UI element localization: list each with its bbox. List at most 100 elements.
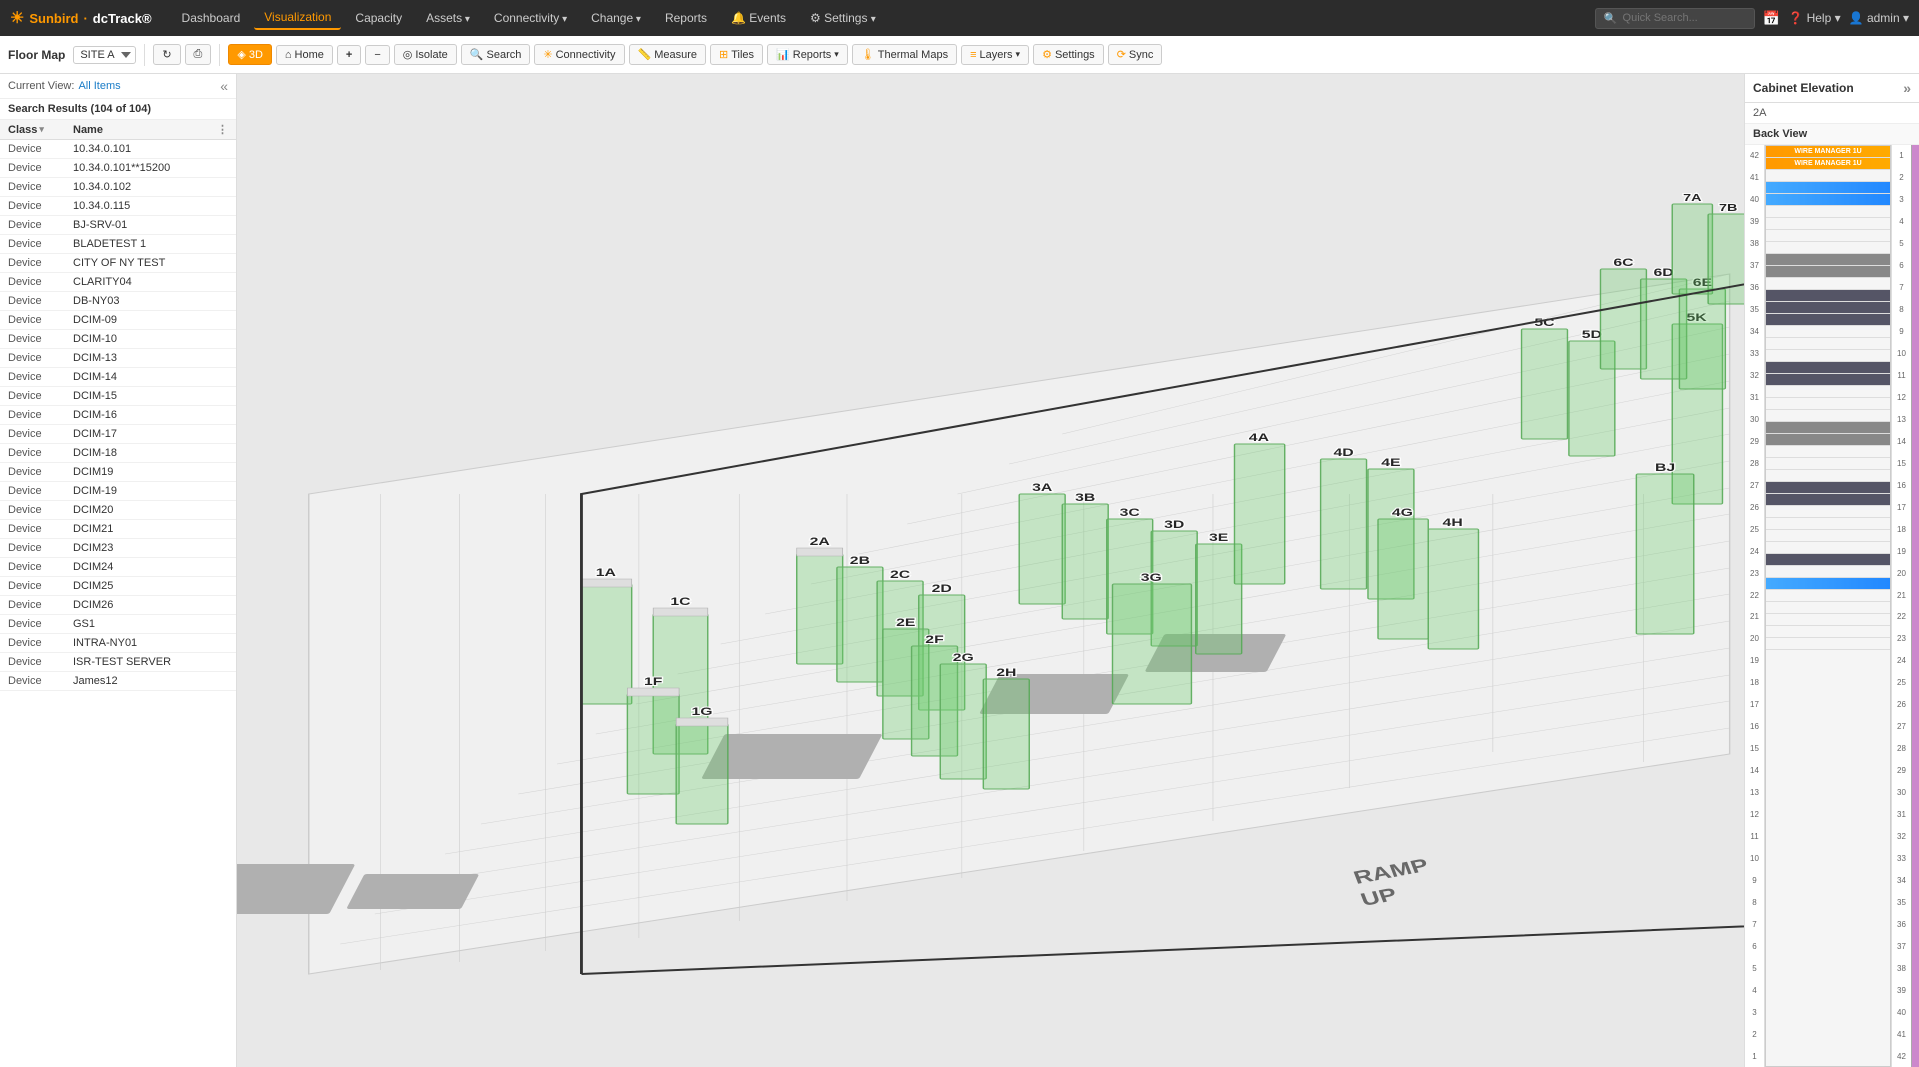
nav-assets[interactable]: Assets: [416, 7, 480, 29]
search-button[interactable]: 🔍 Search: [461, 44, 531, 65]
reports-button[interactable]: 📊 Reports: [767, 44, 848, 65]
device-name: DCIM23: [73, 542, 228, 554]
nav-reports[interactable]: Reports: [655, 7, 717, 29]
rack-number-right: 12: [1892, 386, 1911, 408]
nav-connectivity[interactable]: Connectivity: [484, 7, 577, 29]
rack-number-right: 40: [1892, 1001, 1911, 1023]
connectivity-button[interactable]: ✳ Connectivity: [534, 44, 624, 65]
calendar-icon[interactable]: 📅: [1763, 10, 1780, 27]
svg-text:1C: 1C: [670, 595, 690, 607]
class-column-header[interactable]: Class ▾: [8, 124, 73, 136]
zoom-out-button[interactable]: −: [365, 45, 389, 65]
rack-unit: [1766, 170, 1890, 182]
thermal-maps-button[interactable]: 🌡 Thermal Maps: [852, 44, 957, 65]
print-button[interactable]: ⎙: [185, 44, 212, 65]
nav-capacity[interactable]: Capacity: [345, 7, 412, 29]
table-row[interactable]: DeviceDCIM-19: [0, 482, 236, 501]
table-row[interactable]: DeviceDCIM-10: [0, 330, 236, 349]
rack-number-right: 7: [1892, 277, 1911, 299]
table-row[interactable]: Device10.34.0.101**15200: [0, 159, 236, 178]
table-row[interactable]: Device10.34.0.115: [0, 197, 236, 216]
gear-toolbar-icon: ⚙: [1042, 48, 1052, 61]
table-row[interactable]: DeviceDCIM26: [0, 596, 236, 615]
layers-button[interactable]: ≡ Layers: [961, 45, 1029, 65]
table-row[interactable]: DeviceDCIM-15: [0, 387, 236, 406]
table-row[interactable]: Device10.34.0.102: [0, 178, 236, 197]
floor-map-area[interactable]: RAMP UP 1A 1C 1F: [237, 74, 1744, 1067]
all-items-link[interactable]: All Items: [78, 80, 120, 92]
nav-settings[interactable]: ⚙ Settings: [800, 7, 886, 29]
nav-dashboard[interactable]: Dashboard: [172, 7, 251, 29]
isolate-button[interactable]: ◎ Isolate: [394, 44, 457, 65]
rack-number-right: 5: [1892, 233, 1911, 255]
nav-visualization[interactable]: Visualization: [254, 6, 341, 30]
rack-number-right: 2: [1892, 167, 1911, 189]
zoom-in-button[interactable]: +: [337, 45, 361, 65]
panel-collapse-button[interactable]: «: [220, 78, 228, 94]
table-row[interactable]: DeviceBJ-SRV-01: [0, 216, 236, 235]
table-row[interactable]: DeviceBLADETEST 1: [0, 235, 236, 254]
rack-number-right: 9: [1892, 321, 1911, 343]
nav-events[interactable]: 🔔 Events: [721, 7, 796, 29]
rack-number-left: 31: [1745, 386, 1764, 408]
rack-number-left: 34: [1745, 321, 1764, 343]
rack-unit: [1766, 482, 1890, 494]
table-row[interactable]: DeviceDCIM20: [0, 501, 236, 520]
sync-button[interactable]: ⟳ Sync: [1108, 44, 1163, 65]
table-row[interactable]: DeviceDCIM21: [0, 520, 236, 539]
table-row[interactable]: DeviceJames12: [0, 672, 236, 691]
table-row[interactable]: DeviceISR-TEST SERVER: [0, 653, 236, 672]
cube-icon: ◈: [237, 48, 245, 61]
table-row[interactable]: DeviceDCIM19: [0, 463, 236, 482]
svg-text:5D: 5D: [1582, 328, 1602, 340]
help-btn[interactable]: ❓ Help ▾: [1788, 11, 1840, 25]
quick-search[interactable]: 🔍: [1595, 8, 1755, 29]
device-class: Device: [8, 238, 73, 250]
rack-number-right: 16: [1892, 474, 1911, 496]
table-row[interactable]: DeviceDCIM-18: [0, 444, 236, 463]
refresh-button[interactable]: ↻: [153, 44, 180, 65]
table-row[interactable]: DeviceDCIM25: [0, 577, 236, 596]
admin-btn[interactable]: 👤 admin ▾: [1849, 11, 1909, 25]
measure-button[interactable]: 📏 Measure: [629, 44, 707, 65]
rack-number-left: 30: [1745, 408, 1764, 430]
connectivity-icon: ✳: [543, 48, 552, 61]
device-name: ISR-TEST SERVER: [73, 656, 228, 668]
tiles-button[interactable]: ⊞ Tiles: [710, 44, 763, 65]
rack-unit: [1766, 410, 1890, 422]
table-row[interactable]: DeviceCITY OF NY TEST: [0, 254, 236, 273]
table-row[interactable]: DeviceDCIM-16: [0, 406, 236, 425]
name-column-header[interactable]: Name: [73, 124, 217, 136]
column-menu-icon[interactable]: ⋮: [217, 123, 228, 136]
device-class: Device: [8, 143, 73, 155]
rack-number-left: 25: [1745, 518, 1764, 540]
expand-panel-button[interactable]: »: [1903, 80, 1911, 96]
table-row[interactable]: Device10.34.0.101: [0, 140, 236, 159]
device-class: Device: [8, 428, 73, 440]
table-row[interactable]: DeviceDCIM-13: [0, 349, 236, 368]
nav-change[interactable]: Change: [581, 7, 651, 29]
table-row[interactable]: DeviceDCIM23: [0, 539, 236, 558]
rack-number-left: 15: [1745, 738, 1764, 760]
table-row[interactable]: DeviceDB-NY03: [0, 292, 236, 311]
floor-map-svg[interactable]: RAMP UP 1A 1C 1F: [237, 74, 1744, 1067]
site-selector[interactable]: SITE A: [73, 46, 136, 64]
table-row[interactable]: DeviceCLARITY04: [0, 273, 236, 292]
3d-button[interactable]: ◈ 3D: [228, 44, 272, 65]
settings-toolbar-button[interactable]: ⚙ Settings: [1033, 44, 1104, 65]
svg-text:3A: 3A: [1032, 481, 1052, 493]
quick-search-input[interactable]: [1623, 12, 1733, 24]
table-row[interactable]: DeviceINTRA-NY01: [0, 634, 236, 653]
rack-unit: [1766, 578, 1890, 590]
table-row[interactable]: DeviceGS1: [0, 615, 236, 634]
table-row[interactable]: DeviceDCIM-09: [0, 311, 236, 330]
zoom-out-icon: −: [374, 49, 380, 61]
table-row[interactable]: DeviceDCIM-14: [0, 368, 236, 387]
floor-map-label: Floor Map: [8, 48, 65, 62]
table-row[interactable]: DeviceDCIM-17: [0, 425, 236, 444]
rack-number-right: 33: [1892, 848, 1911, 870]
home-button[interactable]: ⌂ Home: [276, 45, 333, 65]
svg-text:RAMP: RAMP: [1350, 855, 1431, 888]
table-row[interactable]: DeviceDCIM24: [0, 558, 236, 577]
tiles-icon: ⊞: [719, 48, 728, 61]
